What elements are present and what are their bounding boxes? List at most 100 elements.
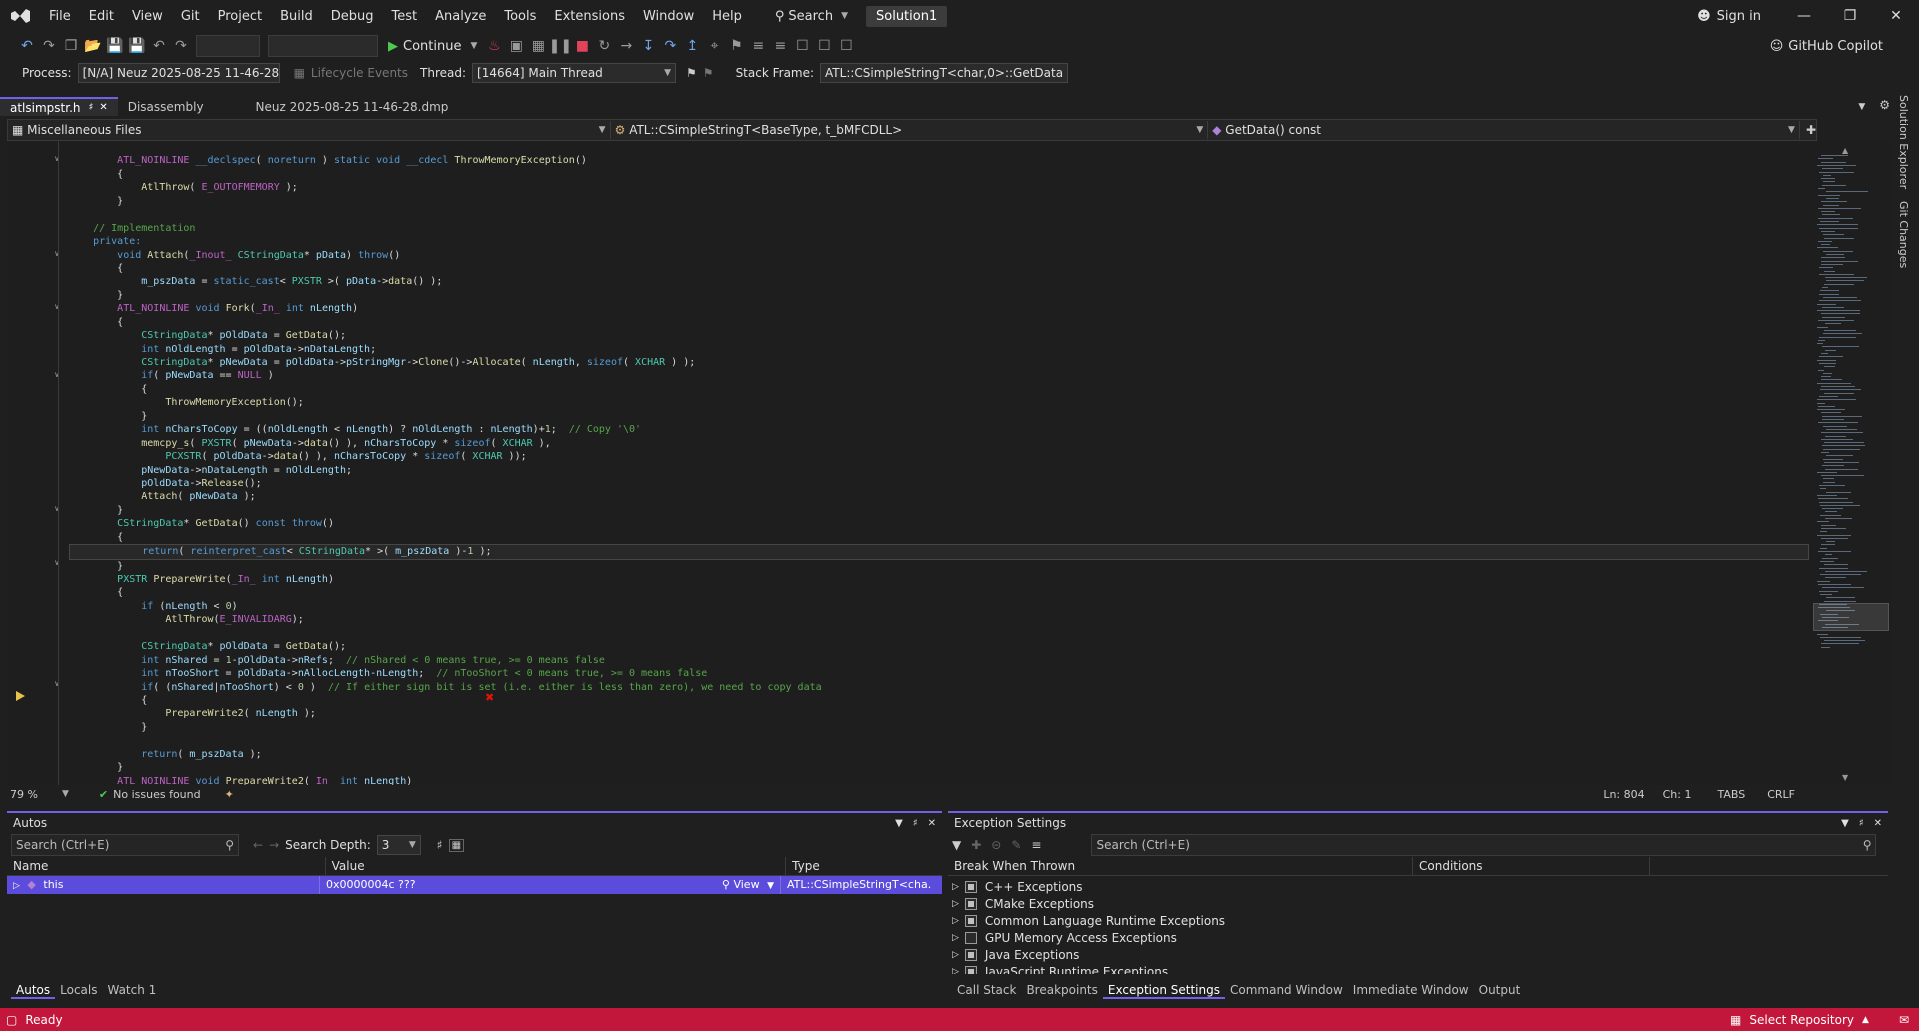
view-visualizer-button[interactable]: ⚲ View ▼ xyxy=(722,876,774,894)
expand-icon[interactable]: ▷ xyxy=(13,881,20,891)
navigate-back-icon[interactable]: ↶ xyxy=(16,35,38,57)
zoom-level[interactable]: 79 % xyxy=(7,788,58,801)
expand-icon[interactable]: ▷ xyxy=(952,933,959,943)
edit-conditions-icon[interactable]: ✎ xyxy=(1011,838,1021,852)
checkbox[interactable] xyxy=(964,931,977,944)
expand-icon[interactable]: ▷ xyxy=(952,882,959,892)
line-ending[interactable]: CRLF xyxy=(1767,788,1795,801)
navigate-forward-icon[interactable]: ↷ xyxy=(38,35,60,57)
tab-breakpoints[interactable]: Breakpoints xyxy=(1021,983,1102,999)
char-number[interactable]: Ch: 1 xyxy=(1663,788,1692,801)
global-search[interactable]: ⚲ Search ▼ xyxy=(765,9,858,24)
project-combo[interactable]: ▦ Miscellaneous Files ▼ xyxy=(8,121,611,139)
expand-icon[interactable]: ▷ xyxy=(952,950,959,960)
minimize-button[interactable]: — xyxy=(1781,0,1827,32)
tab-command-window[interactable]: Command Window xyxy=(1225,983,1348,999)
split-editor-icon[interactable]: ✚ xyxy=(1806,123,1816,137)
col-conditions[interactable]: Conditions xyxy=(1413,857,1650,875)
break-all-icon[interactable]: ❚❚ xyxy=(549,35,572,57)
save-icon[interactable]: 💾 xyxy=(104,35,126,57)
window-position-icon[interactable]: ▼ xyxy=(1841,818,1849,829)
bookmark-toggle-icon[interactable]: ☐ xyxy=(791,35,813,57)
scroll-up-icon[interactable]: ▲ xyxy=(1842,146,1848,155)
pin-to-source-icon[interactable]: ♯ xyxy=(437,838,443,852)
stop-icon[interactable]: ■ xyxy=(571,35,593,57)
list-item[interactable]: ▷ GPU Memory Access Exceptions xyxy=(948,929,1888,946)
undo-icon[interactable]: ↶ xyxy=(148,35,170,57)
close-button[interactable]: ✕ xyxy=(1873,0,1919,32)
checkbox[interactable] xyxy=(964,914,977,927)
list-item[interactable]: ▷ C++ Exceptions xyxy=(948,878,1888,895)
col-break-when-thrown[interactable]: Break When Thrown xyxy=(948,857,1413,875)
minimap[interactable] xyxy=(1813,141,1891,785)
process-icon[interactable]: ▣ xyxy=(505,35,527,57)
github-copilot-button[interactable]: ☺ GitHub Copilot xyxy=(1764,39,1889,54)
scope-combo[interactable]: ⚙ ATL::CSimpleStringT<BaseType, t_bMFCDL… xyxy=(611,121,1209,139)
col-value[interactable]: Value xyxy=(326,857,787,875)
search-depth-combo[interactable]: 3 ▼ xyxy=(376,835,421,855)
menu-window[interactable]: Window xyxy=(634,9,703,24)
expand-icon[interactable]: ▷ xyxy=(952,967,959,975)
window-position-icon[interactable]: ▼ xyxy=(895,818,903,829)
tab-atlsimpstr[interactable]: atlsimpstr.h ♯ ✕ xyxy=(0,97,118,116)
list-item[interactable]: ▷ Common Language Runtime Exceptions xyxy=(948,912,1888,929)
checkbox[interactable] xyxy=(964,880,977,893)
minimap-viewport[interactable] xyxy=(1813,603,1889,631)
menu-build[interactable]: Build xyxy=(271,9,322,24)
code-text[interactable]: ATL_NOINLINE __declspec( noreturn ) stat… xyxy=(69,141,1809,785)
uncomment-icon[interactable]: ≡ xyxy=(769,35,791,57)
open-file-icon[interactable]: 📂 xyxy=(82,35,104,57)
tab-locals[interactable]: Locals xyxy=(55,983,102,999)
code-cleanup-icon[interactable]: ✦ xyxy=(225,788,234,801)
scroll-down-icon[interactable]: ▼ xyxy=(1842,773,1848,782)
pin-icon[interactable]: ♯ xyxy=(913,818,918,829)
solution-explorer-tab[interactable]: Solution Explorer xyxy=(1897,95,1910,189)
remove-icon[interactable]: ⊝ xyxy=(991,838,1001,852)
git-changes-tab[interactable]: Git Changes xyxy=(1897,201,1910,268)
tab-output[interactable]: Output xyxy=(1474,983,1526,999)
configuration-combo[interactable] xyxy=(196,35,260,57)
tab-dump-file[interactable]: Neuz 2025-08-25 11-46-28.dmp xyxy=(246,97,459,116)
list-item[interactable]: ▷ CMake Exceptions xyxy=(948,895,1888,912)
col-type[interactable]: Type xyxy=(786,857,942,875)
save-all-icon[interactable]: 💾 xyxy=(126,35,148,57)
issues-status[interactable]: No issues found xyxy=(113,788,200,801)
tab-immediate-window[interactable]: Immediate Window xyxy=(1348,983,1474,999)
hex-display-icon[interactable]: ⌖ xyxy=(703,35,725,57)
line-number[interactable]: Ln: 804 xyxy=(1603,788,1644,801)
menu-file[interactable]: File xyxy=(40,9,80,24)
table-row[interactable]: ▷ ◆ this 0x0000004c ??? ⚲ View ▼ ATL::CS… xyxy=(7,876,942,894)
bookmark-next-icon[interactable]: ☐ xyxy=(835,35,857,57)
menu-debug[interactable]: Debug xyxy=(322,9,383,24)
platform-combo[interactable] xyxy=(268,35,378,57)
checkbox[interactable] xyxy=(964,965,977,974)
code-editor[interactable]: ∨ ∨ ∨ ∨ ∨ ∨ ∨ ATL_NOINLINE __declspec( noretur… xyxy=(7,141,1815,785)
tab-watch1[interactable]: Watch 1 xyxy=(102,983,161,999)
menu-test[interactable]: Test xyxy=(383,9,427,24)
menu-analyze[interactable]: Analyze xyxy=(426,9,495,24)
col-name[interactable]: Name xyxy=(7,857,326,875)
indent-mode[interactable]: TABS xyxy=(1717,788,1745,801)
autos-search-input[interactable]: Search (Ctrl+E) ⚲ xyxy=(11,834,239,856)
show-next-statement-icon[interactable]: → xyxy=(615,35,637,57)
menu-project[interactable]: Project xyxy=(209,9,271,24)
editor-gutter[interactable]: ∨ ∨ ∨ ∨ ∨ ∨ ∨ xyxy=(7,141,69,785)
close-icon[interactable]: ✕ xyxy=(99,102,107,113)
flag-all-icon[interactable]: ⚑ xyxy=(703,66,714,80)
checkbox[interactable] xyxy=(964,948,977,961)
pin-icon[interactable]: ♯ xyxy=(89,102,94,113)
add-icon[interactable]: ✚ xyxy=(971,838,981,852)
layout-icon[interactable]: ▦ xyxy=(527,35,549,57)
lifecycle-events-button[interactable]: Lifecycle Events xyxy=(311,66,408,80)
menu-view[interactable]: View xyxy=(123,9,172,24)
close-icon[interactable]: ✕ xyxy=(928,818,936,829)
new-project-icon[interactable]: ❐ xyxy=(60,35,82,57)
close-icon[interactable]: ✕ xyxy=(1874,818,1882,829)
hex-view-icon[interactable]: ▦ xyxy=(448,838,465,852)
menu-edit[interactable]: Edit xyxy=(80,9,123,24)
step-out-icon[interactable]: ↥ xyxy=(681,35,703,57)
sign-in-button[interactable]: ☻ Sign in xyxy=(1697,9,1761,24)
expand-icon[interactable]: ▷ xyxy=(952,899,959,909)
tab-disassembly[interactable]: Disassembly xyxy=(118,97,214,116)
redo-icon[interactable]: ↷ xyxy=(170,35,192,57)
